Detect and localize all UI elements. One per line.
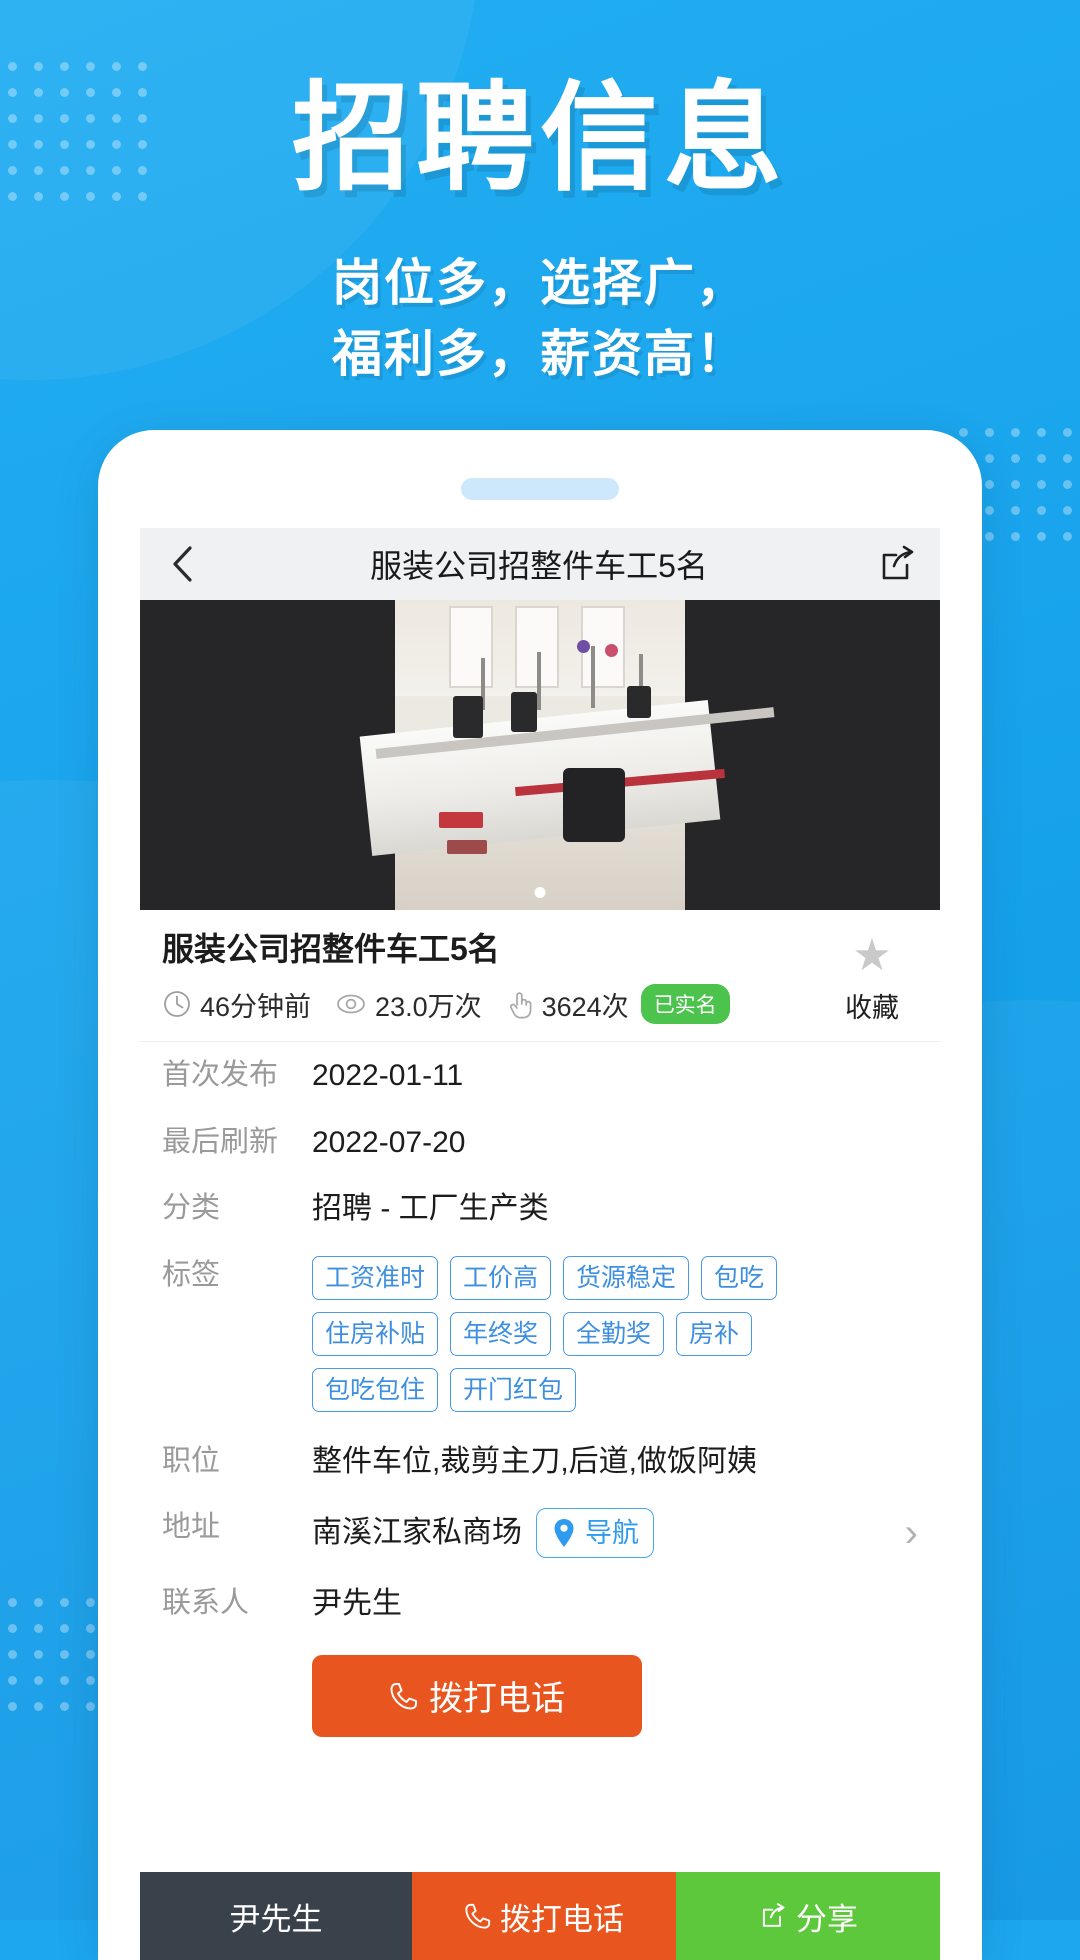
post-time: 46分钟前 — [200, 991, 312, 1022]
app-navbar: 服装公司招整件车工5名 — [140, 528, 940, 600]
phone-screen: 服装公司招整件车工5名 服装公司招整件车工5名 46分钟前 23.0万次 362… — [140, 528, 940, 1960]
contact-label: 联系人 — [162, 1587, 250, 1620]
photo-pole — [537, 652, 541, 710]
carousel-page-indicator[interactable] — [534, 887, 546, 898]
first-publish-value: 2022-01-11 — [312, 1059, 464, 1092]
detail-row-contact: 联系人 尹先生 — [140, 1584, 940, 1625]
position-value: 整件车位,裁剪主刀,后道,做饭阿姨 — [312, 1444, 758, 1478]
call-button-wrap: 拨打电话 — [140, 1651, 940, 1763]
chevron-right-icon: › — [904, 1511, 918, 1556]
tag-chip[interactable]: 开门红包 — [450, 1367, 577, 1412]
last-refresh-label: 最后刷新 — [162, 1125, 279, 1158]
hero-subtitle: 岗位多，选择广， 福利多，薪资高！ — [0, 208, 1080, 390]
detail-row-address[interactable]: 地址 南溪江家私商场 导航 › — [140, 1508, 940, 1559]
navigate-button[interactable]: 导航 — [536, 1508, 654, 1559]
post-details: 首次发布 2022-01-11 最后刷新 2022-07-20 分类 招聘 - … — [140, 1042, 940, 1763]
detail-row-tags: 标签 工资准时 工价高 货源稳定 包吃住房补贴 年终奖 全勤奖 房补包吃包住 开门红包 — [140, 1255, 940, 1416]
post-views: 23.0万次 — [375, 991, 482, 1022]
bottom-share-button[interactable]: 分享 — [676, 1872, 940, 1960]
eye-icon — [335, 989, 367, 1019]
tag-list: 工资准时 工价高 货源稳定 包吃住房补贴 年终奖 全勤奖 房补包吃包住 开门红包 — [312, 1255, 832, 1412]
hero-subtitle-line1: 岗位多，选择广， — [332, 254, 748, 311]
photo-sewing-machine — [453, 696, 483, 738]
tags-value: 工资准时 工价高 货源稳定 包吃住房补贴 年终奖 全勤奖 房补包吃包住 开门红包 — [312, 1255, 918, 1412]
favorite-label: 收藏 — [845, 993, 899, 1023]
star-icon: ★ — [852, 931, 892, 980]
detail-row-first-publish: 首次发布 2022-01-11 — [140, 1056, 940, 1097]
hero-section: 招聘信息 岗位多，选择广， 福利多，薪资高！ — [0, 0, 1080, 390]
detail-row-last-refresh: 最后刷新 2022-07-20 — [140, 1123, 940, 1164]
call-phone-button[interactable]: 拨打电话 — [312, 1654, 642, 1737]
tag-chip[interactable]: 年终奖 — [450, 1311, 552, 1356]
post-stats: 46分钟前 23.0万次 3624次 已实名 — [162, 984, 826, 1025]
detail-row-position: 职位 整件车位,裁剪主刀,后道,做饭阿姨 — [140, 1442, 940, 1483]
share-icon — [882, 545, 914, 580]
back-button[interactable] — [162, 544, 202, 584]
contact-value: 尹先生 — [312, 1587, 402, 1621]
photo-cart — [447, 840, 487, 854]
post-title: 服装公司招整件车工5名 — [162, 931, 500, 967]
post-header: 服装公司招整件车工5名 46分钟前 23.0万次 3624次 已实名 ★ 收藏 — [140, 910, 940, 1042]
tag-chip[interactable]: 货源稳定 — [563, 1255, 690, 1300]
navbar-share-button[interactable] — [876, 543, 918, 585]
call-phone-label: 拨打电话 — [429, 1680, 565, 1719]
hand-tap-icon — [506, 989, 534, 1019]
tag-chip[interactable]: 住房补贴 — [312, 1311, 439, 1356]
share-icon — [762, 1903, 785, 1927]
tags-label: 标签 — [162, 1258, 221, 1291]
category-value: 招聘 - 工厂生产类 — [312, 1192, 549, 1225]
phone-icon — [390, 1682, 417, 1710]
position-label: 职位 — [162, 1444, 221, 1477]
photo-cart — [439, 812, 483, 828]
address-value-wrap: 南溪江家私商场 导航 › — [312, 1508, 918, 1559]
chevron-left-icon — [173, 546, 192, 582]
photo-sewing-machine — [511, 692, 537, 732]
photo-sewing-machine — [563, 768, 625, 842]
category-label: 分类 — [162, 1192, 221, 1224]
bottom-contact-label: 尹先生 — [229, 1901, 323, 1937]
photo-carousel[interactable] — [140, 600, 940, 910]
clock-icon — [162, 989, 192, 1019]
bottom-action-bar: 尹先生 拨打电话 分享 — [140, 1872, 940, 1960]
last-refresh-value: 2022-07-20 — [312, 1125, 466, 1159]
phone-mockup: 服装公司招整件车工5名 服装公司招整件车工5名 46分钟前 23.0万次 362… — [98, 430, 982, 1960]
photo-sewing-machine — [627, 686, 651, 718]
navigate-label: 导航 — [585, 1518, 639, 1548]
address-label: 地址 — [162, 1511, 221, 1543]
tag-chip[interactable]: 房补 — [676, 1311, 753, 1356]
phone-speaker — [461, 478, 619, 500]
address-value: 南溪江家私商场 — [312, 1515, 522, 1549]
bottom-share-label: 分享 — [796, 1901, 858, 1937]
page-title: 招聘信息 — [291, 73, 788, 205]
hero-subtitle-line2: 福利多，薪资高！ — [332, 325, 748, 382]
detail-row-category: 分类 招聘 - 工厂生产类 — [140, 1189, 940, 1230]
tag-chip[interactable]: 工价高 — [450, 1255, 552, 1300]
bottom-contact-button[interactable]: 尹先生 — [140, 1872, 412, 1960]
navbar-title: 服装公司招整件车工5名 — [370, 548, 708, 584]
photo-thread-spool — [605, 644, 618, 657]
post-header-main: 服装公司招整件车工5名 46分钟前 23.0万次 3624次 已实名 — [162, 930, 826, 1025]
tag-chip[interactable]: 包吃 — [701, 1255, 778, 1300]
first-publish-label: 首次发布 — [162, 1059, 279, 1091]
photo-window — [449, 606, 493, 688]
tag-chip[interactable]: 全勤奖 — [563, 1311, 665, 1356]
favorite-button[interactable]: ★ 收藏 — [826, 930, 918, 1025]
status-badge: 已实名 — [640, 984, 730, 1025]
job-photo — [359, 600, 775, 910]
bottom-call-label: 拨打电话 — [500, 1901, 624, 1937]
post-clicks: 3624次 — [541, 991, 629, 1022]
tag-chip[interactable]: 工资准时 — [312, 1255, 439, 1300]
photo-pole — [591, 646, 595, 708]
phone-icon — [465, 1903, 491, 1929]
map-pin-icon — [554, 1519, 574, 1548]
photo-thread-spool — [577, 640, 590, 653]
tag-chip[interactable]: 包吃包住 — [312, 1367, 439, 1412]
bottom-call-button[interactable]: 拨打电话 — [412, 1872, 676, 1960]
